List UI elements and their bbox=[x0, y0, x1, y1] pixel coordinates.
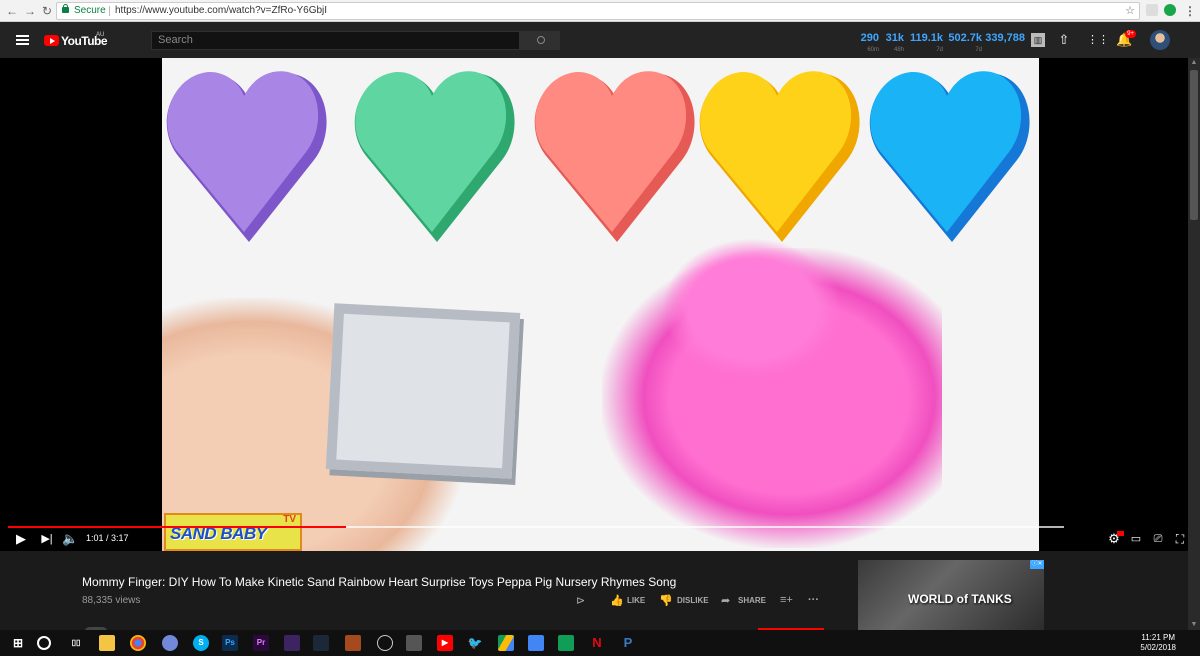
google-docs-icon[interactable] bbox=[528, 635, 544, 651]
hd-badge bbox=[1117, 531, 1124, 536]
account-avatar[interactable] bbox=[1150, 30, 1170, 50]
yellow-heart-shape bbox=[699, 71, 860, 243]
address-bar[interactable]: Secure https://www.youtube.com/watch?v=Z… bbox=[56, 2, 1140, 20]
lock-icon bbox=[62, 4, 69, 13]
stat-sub-time-7d: 7d bbox=[975, 47, 982, 53]
secure-label: Secure bbox=[74, 5, 106, 16]
cortana-icon[interactable] bbox=[37, 636, 51, 650]
save-plus-icon[interactable]: ≡+ bbox=[780, 594, 793, 606]
watermark-tv: TV bbox=[283, 514, 296, 525]
paypal-icon[interactable]: P bbox=[620, 635, 636, 651]
video-info-section: Mommy Finger: DIY How To Make Kinetic Sa… bbox=[0, 551, 1188, 633]
search-icon bbox=[537, 36, 545, 44]
google-sheets-icon[interactable] bbox=[558, 635, 574, 651]
browser-toolbar: ← → ↻ Secure https://www.youtube.com/wat… bbox=[0, 0, 1200, 22]
windows-start-icon[interactable]: ⊞ bbox=[10, 635, 26, 651]
forward-icon[interactable]: → bbox=[22, 3, 38, 19]
netflix-icon[interactable]: N bbox=[589, 635, 605, 651]
page-scrollbar[interactable]: ▲ ▼ bbox=[1188, 58, 1200, 630]
media-app-icon[interactable] bbox=[284, 635, 300, 651]
ad-text: WORLD of TANKS bbox=[908, 592, 1012, 606]
add-to-playlist-icon[interactable]: ⊳ bbox=[576, 594, 585, 607]
share-arrow-icon[interactable]: ➦ bbox=[721, 594, 730, 607]
thumbs-down-icon[interactable]: 👎 bbox=[659, 594, 673, 607]
apple-icon[interactable] bbox=[650, 635, 666, 651]
chrome-icon[interactable] bbox=[130, 635, 146, 651]
like-button[interactable]: LIKE bbox=[627, 596, 645, 605]
hamburger-menu-icon[interactable] bbox=[16, 35, 29, 45]
video-title: Mommy Finger: DIY How To Make Kinetic Sa… bbox=[82, 575, 677, 589]
more-actions-icon[interactable]: ··· bbox=[808, 594, 819, 606]
metal-mold-shape bbox=[325, 303, 521, 479]
task-view-icon[interactable]: ▯▯ bbox=[68, 635, 84, 651]
windows-taskbar: ⊞ ▯▯ S Ps Pr ▶ 🐦 N P 11:21 PM 5/02/2018 bbox=[0, 630, 1200, 656]
stat-value-60m: 290 bbox=[860, 32, 879, 44]
extension-download-icon[interactable] bbox=[1164, 4, 1176, 16]
green-heart-shape bbox=[354, 71, 515, 243]
progress-played bbox=[8, 526, 346, 528]
skype-icon[interactable]: S bbox=[193, 635, 209, 651]
channel-watermark: SAND BABY TV bbox=[164, 513, 302, 551]
steam-icon[interactable] bbox=[313, 635, 329, 651]
bookmark-star-icon[interactable]: ☆ bbox=[1125, 3, 1135, 19]
thumbs-up-icon[interactable]: 👍 bbox=[610, 594, 624, 607]
share-button[interactable]: SHARE bbox=[738, 596, 766, 605]
xbox-icon[interactable] bbox=[377, 635, 393, 651]
pink-sand-top-shape bbox=[662, 238, 842, 378]
video-frame[interactable]: SAND BABY TV bbox=[162, 58, 1039, 551]
url-text[interactable]: https://www.youtube.com/watch?v=ZfRo-Y6G… bbox=[115, 3, 327, 19]
clock-time: 11:21 PM bbox=[1141, 633, 1176, 642]
stat-value-time-7d: 502.7k bbox=[948, 32, 982, 44]
clock-date: 5/02/2018 bbox=[1140, 643, 1176, 652]
time-display: 1:01 / 3:17 bbox=[86, 533, 129, 543]
reload-icon[interactable]: ↻ bbox=[39, 3, 55, 19]
discord-icon[interactable] bbox=[162, 635, 178, 651]
youtube-app-icon[interactable]: ▶ bbox=[437, 635, 453, 651]
google-drive-icon[interactable] bbox=[498, 635, 514, 651]
dislike-button[interactable]: DISLIKE bbox=[677, 596, 709, 605]
upload-icon[interactable]: ⇧ bbox=[1057, 33, 1071, 47]
purple-heart-shape bbox=[166, 71, 327, 243]
stat-sub-48h: 48h bbox=[893, 47, 904, 53]
youtube-header: YouTube AU Search 290 60m 31k 48h 119.1k… bbox=[0, 22, 1200, 58]
view-count: 88,335 views bbox=[82, 595, 141, 606]
youtube-logo-icon[interactable] bbox=[44, 35, 59, 46]
scroll-thumb[interactable] bbox=[1190, 70, 1198, 220]
cast-icon[interactable]: ⎚ bbox=[1151, 532, 1165, 546]
ad-info-close-icon[interactable]: ⓘ✕ bbox=[1030, 560, 1044, 569]
apps-grid-icon[interactable]: ⋮⋮ bbox=[1087, 33, 1109, 47]
next-icon[interactable]: ▶| bbox=[40, 532, 54, 546]
camera-app-icon[interactable] bbox=[406, 635, 422, 651]
theater-mode-icon[interactable]: ▭ bbox=[1129, 532, 1143, 546]
ad-banner[interactable]: WORLD of TANKS ⓘ✕ bbox=[858, 560, 1044, 630]
blue-heart-shape bbox=[869, 71, 1030, 243]
twitter-icon[interactable]: 🐦 bbox=[467, 635, 483, 651]
scroll-down-icon[interactable]: ▼ bbox=[1190, 621, 1198, 629]
search-button[interactable] bbox=[520, 31, 560, 50]
file-explorer-icon[interactable] bbox=[99, 635, 115, 651]
play-icon[interactable]: ▶ bbox=[14, 532, 28, 546]
extension-icon[interactable] bbox=[1146, 4, 1158, 16]
game-launcher-icon[interactable] bbox=[345, 635, 361, 651]
pink-heart-shape bbox=[534, 71, 695, 243]
stat-value-views-7d: 119.1k bbox=[909, 32, 943, 44]
taskbar-clock[interactable]: 11:21 PM 5/02/2018 bbox=[1140, 633, 1176, 653]
stat-sub-views-7d: 7d bbox=[936, 47, 943, 53]
notification-badge: 9+ bbox=[1125, 30, 1136, 38]
back-icon[interactable]: ← bbox=[4, 3, 20, 19]
scroll-up-icon[interactable]: ▲ bbox=[1190, 59, 1198, 67]
stat-value-48h: 31k bbox=[885, 32, 904, 44]
search-input[interactable]: Search bbox=[151, 31, 520, 50]
menu-dots-icon[interactable]: ⋮ bbox=[1182, 3, 1198, 19]
photoshop-icon[interactable]: Ps bbox=[222, 635, 238, 651]
analytics-icon[interactable]: ▥ bbox=[1031, 33, 1045, 47]
divider bbox=[109, 6, 110, 16]
volume-icon[interactable]: 🔈 bbox=[62, 532, 78, 546]
premiere-icon[interactable]: Pr bbox=[253, 635, 269, 651]
fullscreen-icon[interactable]: ⛶ bbox=[1173, 532, 1187, 546]
progress-bar[interactable] bbox=[8, 526, 1064, 528]
stat-sub-60m: 60m bbox=[867, 47, 879, 53]
logo-region: AU bbox=[96, 32, 105, 38]
stat-value-subs: 339,788 bbox=[985, 32, 1025, 44]
